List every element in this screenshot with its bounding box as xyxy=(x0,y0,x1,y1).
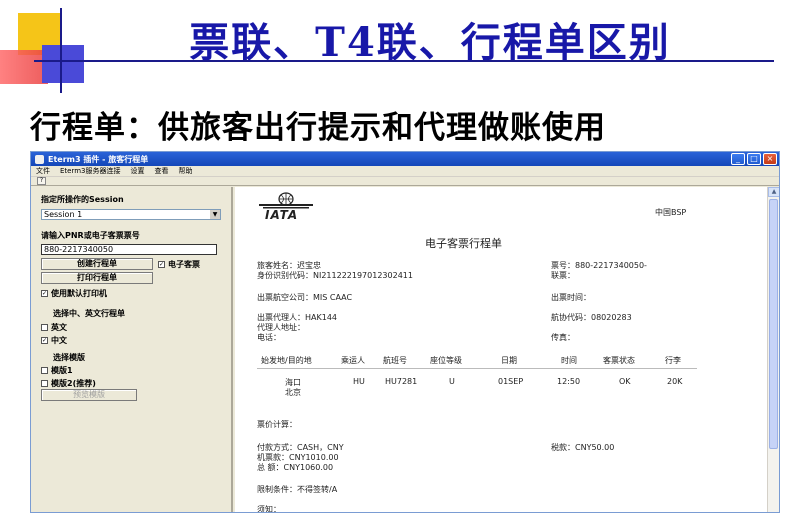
bsp-label: 中国BSP xyxy=(655,208,687,217)
eticket-checkbox[interactable]: ✓ 电子客票 xyxy=(158,259,200,270)
checkbox-icon[interactable] xyxy=(41,324,48,331)
coupon-label: 联票： xyxy=(551,271,575,280)
segment-status: OK xyxy=(619,377,631,386)
issue-time: 出票时间： xyxy=(551,293,591,302)
col-baggage: 行李 xyxy=(665,356,681,365)
table-divider xyxy=(257,368,697,369)
decor-red-block xyxy=(0,50,48,84)
menu-view[interactable]: 查看 xyxy=(155,166,169,176)
session-label: 指定所操作的Session xyxy=(41,195,124,204)
checkbox-checked-icon[interactable]: ✓ xyxy=(41,337,48,344)
close-button[interactable]: × xyxy=(763,153,777,165)
checkbox-checked-icon[interactable]: ✓ xyxy=(41,290,48,297)
chevron-down-icon[interactable]: ▼ xyxy=(210,210,220,219)
slide-title: 票联、T4联、行程单区别 xyxy=(189,19,671,66)
iata-code: 航协代码：08020283 xyxy=(551,313,632,322)
scroll-thumb[interactable] xyxy=(769,199,778,449)
col-time: 时间 xyxy=(561,356,577,365)
default-printer-label: 使用默认打印机 xyxy=(51,289,107,298)
chinese-option[interactable]: ✓ 中文 xyxy=(41,335,67,346)
app-icon xyxy=(35,154,44,164)
template2-option[interactable]: 模版2(推荐) xyxy=(41,378,96,389)
menu-file[interactable]: 文件 xyxy=(36,166,50,176)
decor-blue-square xyxy=(42,45,84,83)
english-label: 英文 xyxy=(51,323,67,332)
segment-flight: HU7281 xyxy=(385,377,418,386)
phone: 电话： xyxy=(257,333,281,342)
iata-logo: IATA xyxy=(257,192,315,222)
restrictions: 限制条件：不得签转/A xyxy=(257,485,338,494)
segment-carrier: HU xyxy=(353,377,365,386)
pnr-label: 请输入PNR或电子客票票号 xyxy=(41,231,140,240)
col-flight: 航班号 xyxy=(383,356,407,365)
template2-label: 模版2(推荐) xyxy=(51,379,96,388)
iata-wordmark: IATA xyxy=(265,208,299,222)
slide-subtitle: 行程单：供旅客出行提示和代理做账使用 xyxy=(30,110,606,146)
menu-settings[interactable]: 设置 xyxy=(131,166,145,176)
total-amount: 总 额：CNY1060.00 xyxy=(257,463,334,472)
segment-to: 北京 xyxy=(285,388,301,397)
template1-option[interactable]: 模版1 xyxy=(41,365,73,376)
window-titlebar[interactable]: Eterm3 插件 - 旅客行程单 _ □ × xyxy=(31,152,779,166)
segment-class: U xyxy=(449,377,455,386)
chinese-label: 中文 xyxy=(51,336,67,345)
help-icon[interactable]: ? xyxy=(37,177,46,185)
menu-server-connect[interactable]: Eterm3服务器连接 xyxy=(60,166,121,176)
preview-template-button[interactable]: 预览模版 xyxy=(41,389,137,401)
col-origin-dest: 始发地/目的地 xyxy=(261,356,312,365)
print-itinerary-button[interactable]: 打印行程单 xyxy=(41,272,153,284)
checkbox-checked-icon[interactable]: ✓ xyxy=(158,261,165,268)
eticket-label: 电子客票 xyxy=(168,260,200,269)
session-select[interactable]: Session 1 ▼ xyxy=(41,209,221,220)
template-label: 选择模版 xyxy=(53,353,85,362)
session-select-value: Session 1 xyxy=(44,210,83,219)
segment-baggage: 20K xyxy=(667,377,683,386)
template1-label: 模版1 xyxy=(51,366,73,375)
app-window: Eterm3 插件 - 旅客行程单 _ □ × 文件 Eterm3服务器连接 设… xyxy=(30,151,780,513)
create-itinerary-button[interactable]: 创建行程单 xyxy=(41,258,153,270)
default-printer-checkbox[interactable]: ✓ 使用默认打印机 xyxy=(41,288,107,299)
language-label: 选择中、英文行程单 xyxy=(53,309,125,318)
english-option[interactable]: 英文 xyxy=(41,322,67,333)
segment-time: 12:50 xyxy=(557,377,581,386)
minimize-button[interactable]: _ xyxy=(731,153,745,165)
toolbar: ? xyxy=(31,177,779,186)
segment-date: 01SEP xyxy=(498,377,524,386)
pnr-input[interactable]: 880-2217340050 xyxy=(41,244,217,255)
menu-help[interactable]: 帮助 xyxy=(179,166,193,176)
window-title: Eterm3 插件 - 旅客行程单 xyxy=(48,154,149,164)
issuing-airline: 出票航空公司：MIS CAAC xyxy=(257,293,353,302)
fare-calculation: 票价计算： xyxy=(257,420,297,429)
checkbox-icon[interactable] xyxy=(41,380,48,387)
id-number: 身份识别代码：NI211222197012302411 xyxy=(257,271,413,280)
notice: 须知： xyxy=(257,505,281,513)
col-carrier: 乘运人 xyxy=(341,356,365,365)
scroll-up-icon[interactable]: ▲ xyxy=(768,187,779,197)
col-class: 座位等级 xyxy=(430,356,462,365)
col-date: 日期 xyxy=(501,356,517,365)
itinerary-preview: IATA 中国BSP 电子客票行程单 旅客姓名：迟宝忠 身份识别代码：NI211… xyxy=(235,187,769,513)
doc-heading: 电子客票行程单 xyxy=(425,237,502,250)
maximize-button[interactable]: □ xyxy=(747,153,761,165)
fax: 传真： xyxy=(551,333,575,342)
menu-bar: 文件 Eterm3服务器连接 设置 查看 帮助 xyxy=(31,166,779,177)
left-panel: 指定所操作的Session Session 1 ▼ 请输入PNR或电子客票票号 … xyxy=(31,187,233,512)
col-status: 客票状态 xyxy=(603,356,635,365)
vertical-scrollbar[interactable]: ▲ xyxy=(767,187,779,512)
tax-amount: 税款：CNY50.00 xyxy=(551,443,615,452)
checkbox-icon[interactable] xyxy=(41,367,48,374)
decor-vertical-line xyxy=(60,8,62,93)
